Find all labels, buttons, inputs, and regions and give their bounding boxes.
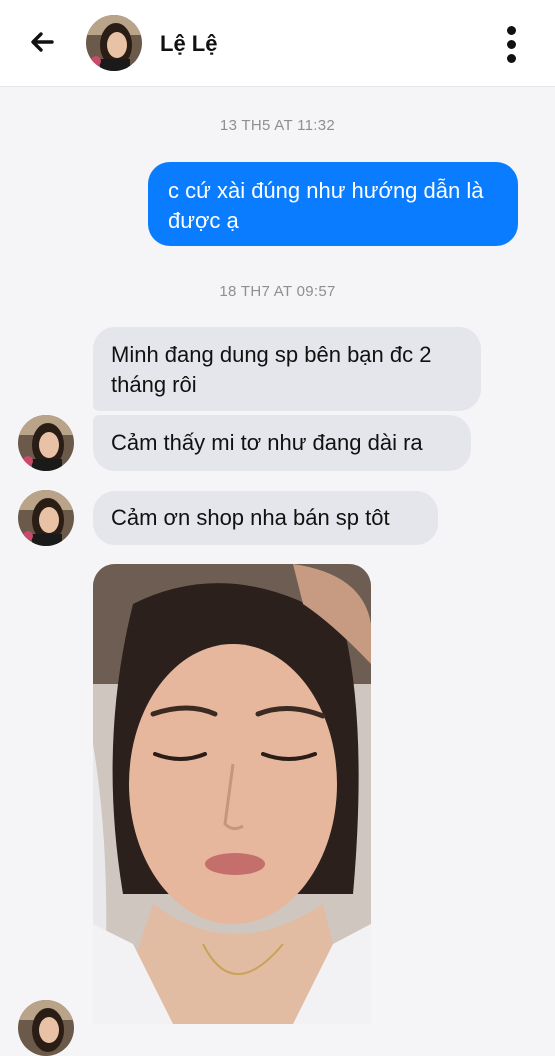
timestamp: 18 TH7 AT 09:57 [219,283,336,300]
contact-avatar[interactable] [86,15,142,71]
more-options-button[interactable] [498,24,526,64]
sender-avatar[interactable] [18,1000,74,1056]
incoming-message[interactable]: Cảm ơn shop nha bán sp tôt [93,491,438,545]
back-button[interactable] [26,26,58,58]
sender-avatar[interactable] [18,490,74,546]
sender-avatar[interactable] [18,415,74,471]
outgoing-message[interactable]: c cứ xài đúng như hướng dẫn là được ạ [148,162,518,246]
more-vertical-icon [507,26,516,35]
incoming-message[interactable]: Minh đang dung sp bên bạn đc 2 tháng rôi [93,327,481,411]
timestamp: 13 TH5 AT 11:32 [219,117,336,134]
contact-name[interactable]: Lệ Lệ [160,31,217,57]
arrow-left-icon [31,32,54,52]
incoming-message[interactable]: Cảm thấy mi tơ như đang dài ra [93,415,471,471]
chat-header: Lệ Lệ [0,0,555,87]
photo-attachment[interactable] [93,564,371,1024]
